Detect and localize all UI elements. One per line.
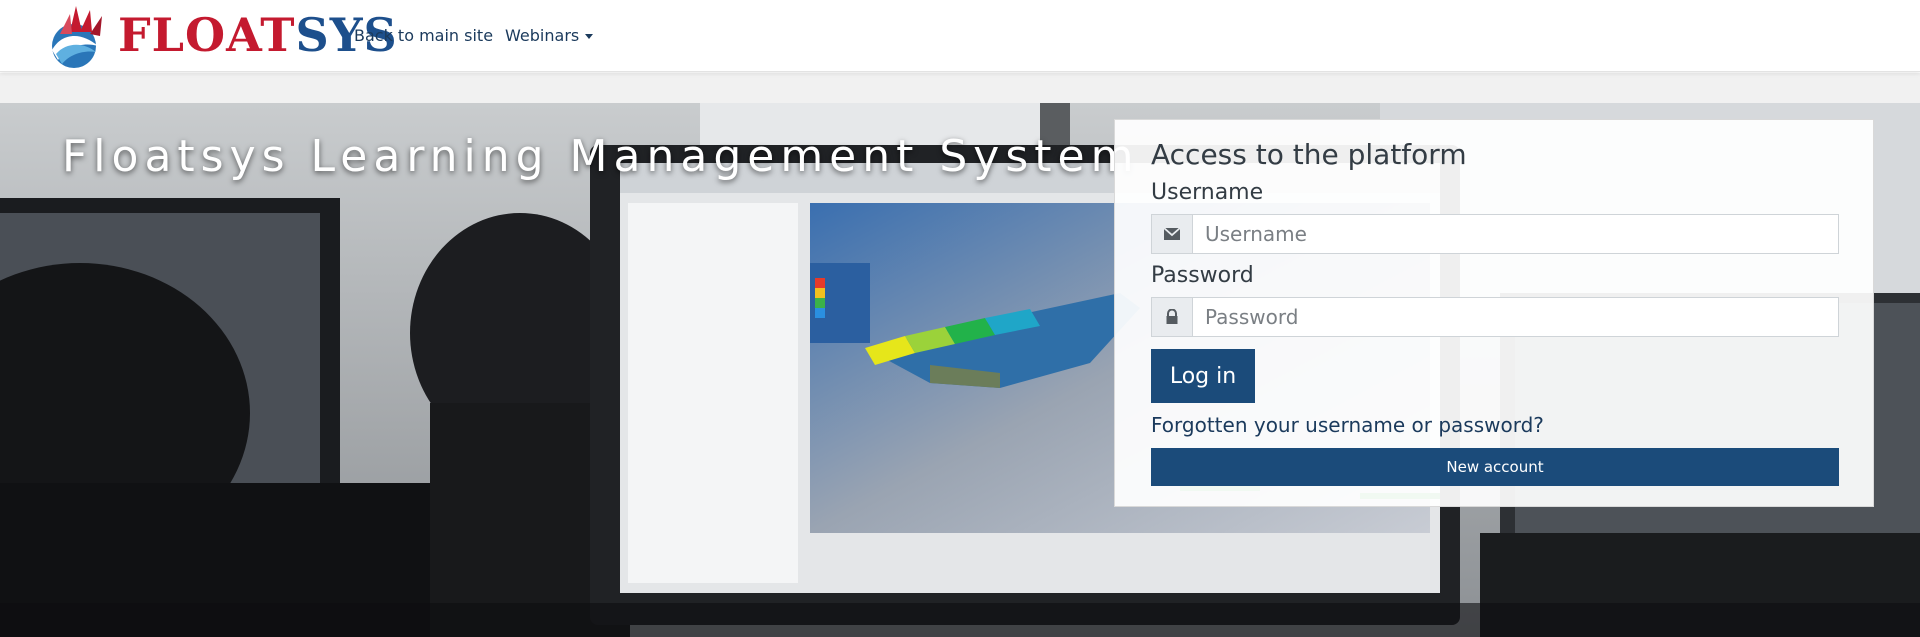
nav-links: Back to main site Webinars: [354, 26, 594, 45]
webinars-dropdown[interactable]: Webinars: [505, 26, 594, 45]
forgot-password-link[interactable]: Forgotten your username or password?: [1151, 413, 1544, 437]
hero-banner: Floatsys Learning Management System Acce…: [0, 103, 1920, 637]
password-label: Password: [1151, 263, 1254, 288]
floatsys-logo[interactable]: FLOATSYS: [40, 2, 397, 72]
top-navbar: FLOATSYS Back to main site Webinars: [0, 0, 1920, 72]
header-spacer: [0, 73, 1920, 103]
password-input[interactable]: [1193, 298, 1838, 336]
logo-emblem-icon: [52, 6, 102, 68]
lock-icon: [1152, 298, 1193, 336]
caret-down-icon: [585, 34, 594, 39]
username-input[interactable]: [1193, 215, 1838, 253]
new-account-button[interactable]: New account: [1151, 448, 1839, 486]
envelope-icon: [1152, 215, 1193, 253]
webinars-label: Webinars: [505, 26, 580, 45]
username-input-group: [1151, 214, 1839, 254]
username-label: Username: [1151, 180, 1264, 205]
password-input-group: [1151, 297, 1839, 337]
logo-text-float: FLOAT: [118, 8, 296, 62]
login-card: Access to the platform Username Password…: [1114, 119, 1874, 507]
login-heading: Access to the platform: [1151, 138, 1467, 171]
hero-title: Floatsys Learning Management System: [62, 131, 1140, 182]
back-to-main-site-link[interactable]: Back to main site: [354, 26, 493, 45]
login-button[interactable]: Log in: [1151, 349, 1255, 403]
